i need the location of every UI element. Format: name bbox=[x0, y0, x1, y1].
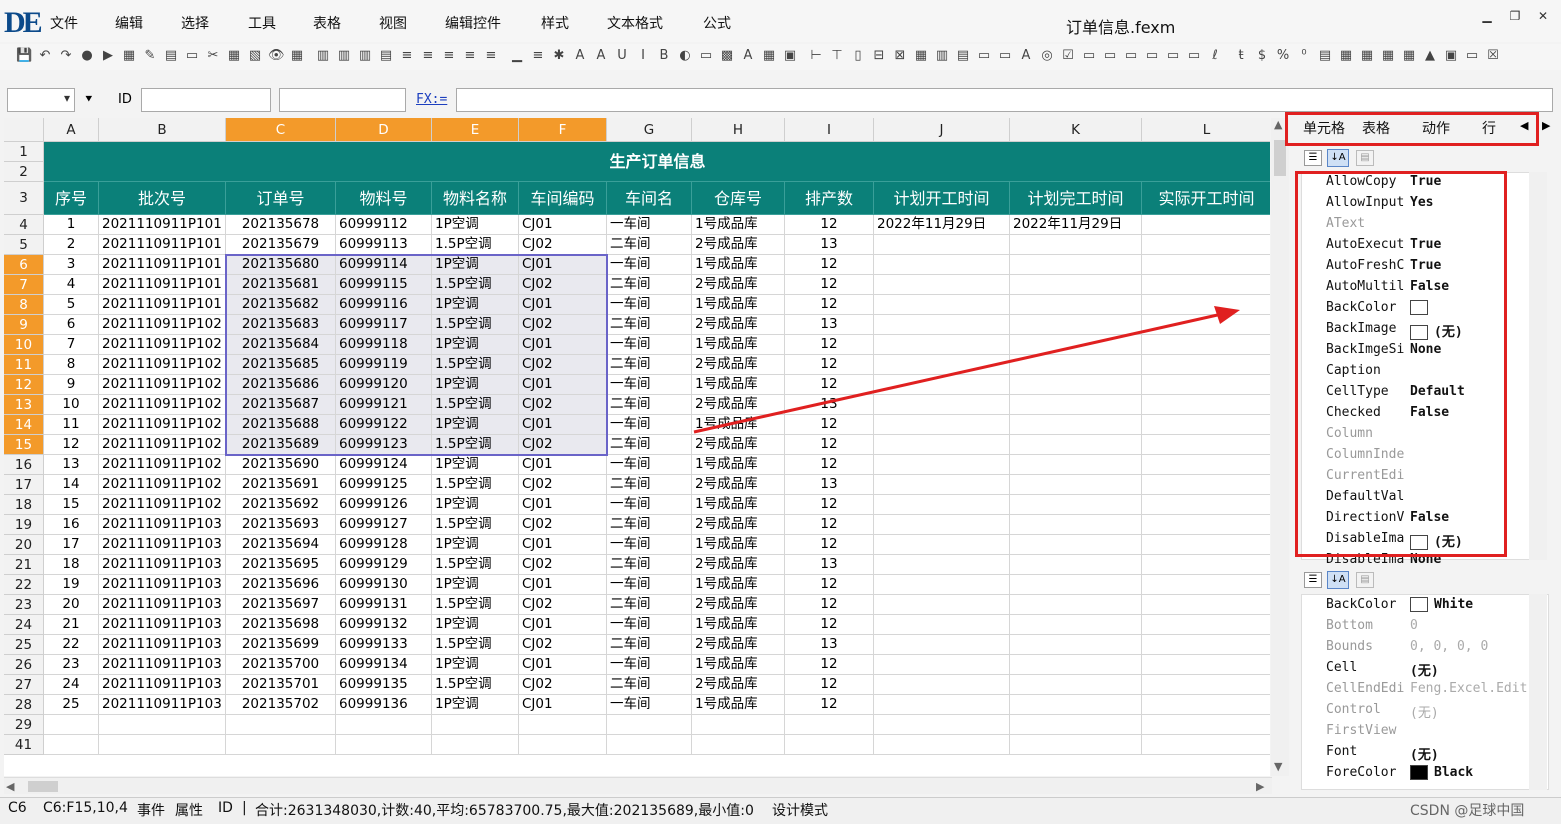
status-id: ID bbox=[218, 800, 233, 816]
arrow-head bbox=[1214, 306, 1240, 324]
arrow-line bbox=[693, 312, 1223, 434]
status-range: C6:F15,10,4 bbox=[43, 800, 128, 816]
app-window: DE 文件 编辑 选择 工具 表格 视图 编辑控件 样式 文本格式 公式 订单信… bbox=[0, 0, 1561, 824]
status-cell: C6 bbox=[8, 800, 27, 816]
status-separator: | bbox=[242, 800, 247, 816]
watermark: CSDN @足球中国 bbox=[1410, 803, 1525, 819]
status-summary: 合计:2631348030,计数:40,平均:65783700.75,最大值:2… bbox=[255, 803, 754, 819]
status-events[interactable]: 事件 bbox=[137, 800, 165, 820]
annotation-arrow bbox=[693, 306, 1240, 434]
status-props[interactable]: 属性 bbox=[175, 800, 203, 820]
status-mode: 设计模式 bbox=[772, 803, 828, 819]
